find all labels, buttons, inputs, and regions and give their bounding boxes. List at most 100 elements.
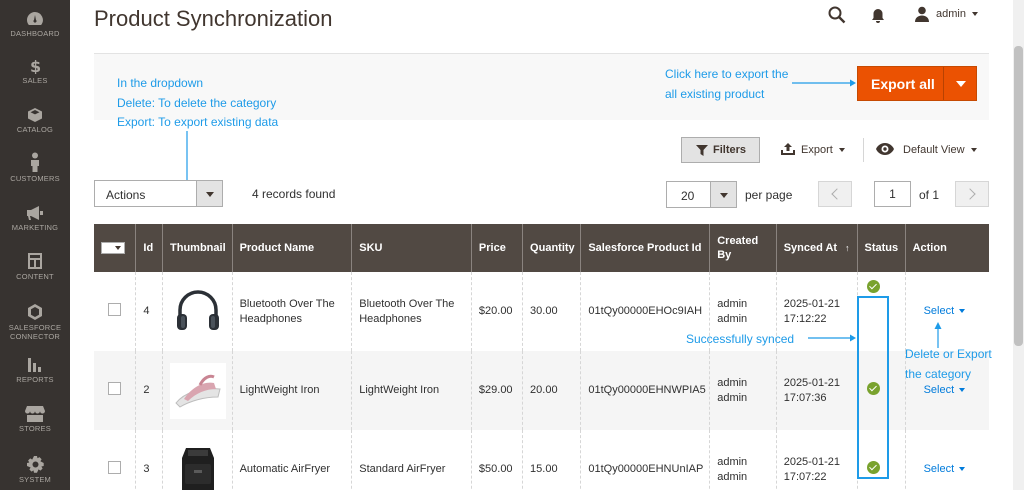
sidebar-item-content[interactable]: CONTENT [0,252,70,281]
sidebar-item-sales[interactable]: $ SALES [0,58,70,85]
row-checkbox[interactable] [108,302,121,316]
page-size-select[interactable]: 20 [666,181,737,208]
column-header[interactable]: Id [135,224,164,272]
mass-actions-select[interactable]: Actions [94,180,223,207]
row-checkbox[interactable] [108,381,121,395]
sku-cell: Standard AirFryer [351,430,472,490]
success-check-icon [866,280,880,293]
product-name-cell: Bluetooth Over The Headphones [232,272,353,351]
sidebar-item-label: CONNECTOR [10,332,60,341]
sku-cell: LightWeight Iron [351,351,472,430]
admin-sidebar: DASHBOARD $ SALES CATALOG CUSTOMERS MARK… [0,0,70,490]
salesforce-id-link[interactable]: 01tQy00000EHNWPIA5 [580,351,711,430]
created-by-line: admin [717,376,748,389]
scrollbar-thumb[interactable] [1014,46,1023,346]
export-dropdown[interactable]: Export [781,143,845,156]
product-sync-grid: Id Thumbnail Product Name SKU Price Quan… [94,224,989,490]
iron-thumbnail[interactable] [170,362,227,419]
sidebar-item-marketing[interactable]: MARKETING [0,205,70,232]
export-all-button[interactable]: Export all [857,66,977,101]
filters-label: Filters [713,144,747,156]
records-found: 4 records found [252,187,336,201]
export-annotation: Click here to export the all existing pr… [665,65,788,104]
user-icon[interactable] [914,6,930,22]
column-header[interactable]: Product Name [232,224,353,272]
column-header[interactable]: Price [471,224,524,272]
sidebar-item-dashboard[interactable]: DASHBOARD [0,11,70,38]
column-header[interactable]: Quantity [522,224,582,272]
filters-button[interactable]: Filters [681,137,760,163]
column-header[interactable]: Status [857,224,906,272]
airfryer-thumbnail[interactable] [170,441,227,490]
chevron-down-icon [959,467,966,472]
row-select-cell[interactable] [94,351,137,430]
column-header[interactable]: Created By [709,224,777,272]
product-name-cell: Automatic AirFryer [232,430,353,490]
sidebar-item-catalog[interactable]: CATALOG [0,107,70,134]
sidebar-item-stores[interactable]: STORES [0,405,70,433]
sidebar-item-label: CUSTOMERS [10,174,60,183]
created-by-line: admin [717,391,748,404]
salesforce-id-link[interactable]: 01tQy00000EHNUnIAP [580,430,711,490]
chevron-down-icon[interactable] [956,81,966,87]
row-action-select[interactable]: Select [913,305,966,317]
megaphone-icon [27,206,43,220]
total-pages: of 1 [919,188,940,202]
action-label: Select [923,305,955,317]
row-checkbox[interactable] [108,460,121,474]
bell-icon[interactable] [871,8,885,24]
column-header-synced-at[interactable]: ↑ Synced At [776,224,858,272]
sidebar-item-salesforce-connector[interactable]: SALESFORCE CONNECTOR [0,303,70,341]
chevron-down-icon [115,246,121,251]
sidebar-item-label: CONTENT [16,272,54,281]
annotation-line: In the dropdown [117,76,204,90]
sidebar-item-system[interactable]: SYSTEM [0,456,70,484]
row-select-cell[interactable] [94,272,137,351]
quantity-cell: 20.00 [522,351,582,430]
next-page-button[interactable] [955,181,989,207]
current-page-input[interactable]: 1 [874,181,911,207]
sidebar-item-label: SALESFORCE [8,323,62,332]
row-action-select[interactable]: Select [913,463,966,475]
sort-arrow-icon: ↑ [845,243,850,253]
annotation-arrow [808,334,856,342]
chevron-down-icon [196,181,222,206]
cube-icon [28,108,42,122]
quantity-cell: 15.00 [522,430,582,490]
select-all-checkbox[interactable] [101,242,125,255]
action-cell[interactable]: Select [905,430,989,490]
toolbar-divider [863,138,864,162]
annotation-line: Delete: To delete the category [117,95,277,110]
row-select-cell[interactable] [94,430,137,490]
sidebar-item-reports[interactable]: REPORTS [0,357,70,384]
synced-time: 17:07:36 [783,391,827,404]
id-cell: 4 [135,272,164,351]
column-header[interactable]: SKU [351,224,472,272]
page-title: Product Synchronization [94,6,333,31]
row-action-select[interactable]: Select [913,384,966,396]
export-icon [781,143,795,155]
table-row[interactable]: 2 LightWeight Iron LightWeight Iron $29.… [94,351,989,430]
table-row[interactable]: 3 Automatic AirFryer Standard AirFryer $… [94,430,989,490]
sidebar-item-customers[interactable]: CUSTOMERS [0,152,70,183]
select-all-header[interactable] [94,224,137,272]
previous-page-button[interactable] [818,181,852,207]
synced-date: 2025-01-21 [783,455,840,468]
created-by-line: admin [717,455,748,468]
created-by-line: admin [717,312,748,325]
sidebar-item-label: SYSTEM [18,475,52,484]
user-menu[interactable]: admin [936,8,978,20]
action-cell[interactable]: Select [905,272,989,351]
annotation-line: the category [905,366,972,381]
column-header: Action [905,224,989,272]
default-view-label: Default View [903,144,965,156]
user-name: admin [936,8,966,20]
search-icon[interactable] [828,6,846,24]
thumbnail-cell [162,430,233,490]
dollar-icon: $ [30,58,41,74]
default-view-dropdown[interactable]: Default View [876,143,977,156]
status-highlight-box [857,296,889,479]
column-header[interactable]: Salesforce Product Id [580,224,711,272]
thumbnail-cell [162,351,233,430]
headphones-thumbnail[interactable] [170,283,227,340]
